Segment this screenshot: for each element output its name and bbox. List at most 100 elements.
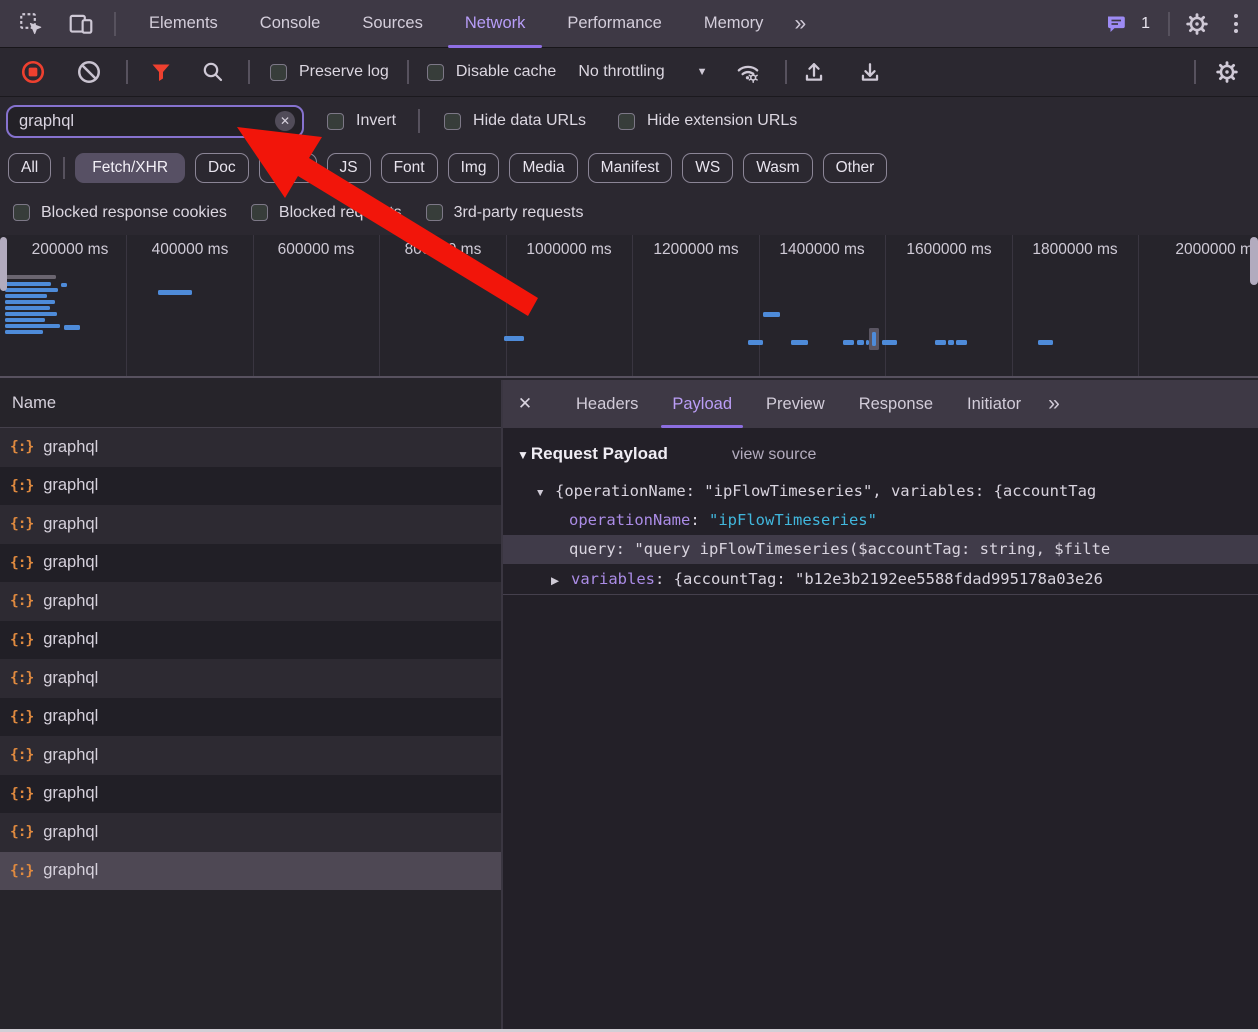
- tab-elements[interactable]: Elements: [128, 0, 239, 48]
- kebab-menu-icon[interactable]: [1228, 14, 1244, 33]
- divider: [1168, 12, 1170, 36]
- overview-bar: [1038, 340, 1053, 345]
- table-row[interactable]: {:}graphql: [0, 467, 501, 506]
- overview-bar: [5, 318, 45, 322]
- table-row-selected[interactable]: {:}graphql: [0, 852, 501, 891]
- tab-console[interactable]: Console: [239, 0, 342, 48]
- view-source-link[interactable]: view source: [732, 446, 816, 464]
- tab-memory[interactable]: Memory: [683, 0, 785, 48]
- divider: [63, 157, 65, 179]
- overview-scroll-handle-right[interactable]: [1250, 237, 1258, 285]
- overview-scroll-handle-left[interactable]: [0, 237, 7, 291]
- overview-bar: [791, 340, 808, 345]
- filter-input[interactable]: graphql ✕: [6, 105, 304, 138]
- tick-label: 1200000 ms: [653, 241, 738, 259]
- third-party-requests-label: 3rd-party requests: [454, 204, 584, 222]
- payload-variables-row[interactable]: ▶variables: {accountTag: "b12e3b2192ee55…: [503, 564, 1258, 595]
- more-tabs-icon[interactable]: »: [784, 12, 815, 36]
- search-button[interactable]: [196, 55, 230, 89]
- collapse-icon[interactable]: ▼: [535, 479, 555, 506]
- network-conditions-button[interactable]: [731, 55, 765, 89]
- chip-manifest[interactable]: Manifest: [588, 153, 673, 183]
- table-row[interactable]: {:}graphql: [0, 659, 501, 698]
- block-icon: [76, 59, 102, 85]
- filter-toggle-button[interactable]: [144, 55, 178, 89]
- collapse-icon[interactable]: ▼: [517, 448, 529, 462]
- name-column-header[interactable]: Name: [0, 380, 501, 428]
- overview-bar: [935, 340, 946, 345]
- fetch-braces-icon: {:}: [10, 478, 33, 494]
- json-value: "query ipFlowTimeseries($accountTag: str…: [634, 540, 1110, 558]
- table-row[interactable]: {:}graphql: [0, 428, 501, 467]
- chip-ws[interactable]: WS: [682, 153, 733, 183]
- close-icon[interactable]: ✕: [503, 380, 547, 428]
- filter-input-value: graphql: [19, 112, 74, 131]
- blocked-response-cookies-checkbox[interactable]: [13, 204, 30, 221]
- network-settings-gear-icon[interactable]: [1210, 55, 1244, 89]
- clear-filter-icon[interactable]: ✕: [275, 111, 295, 131]
- table-row[interactable]: {:}graphql: [0, 698, 501, 737]
- wifi-gear-icon: [735, 59, 761, 85]
- chip-fetch-xhr[interactable]: Fetch/XHR: [75, 153, 185, 183]
- tab-headers[interactable]: Headers: [559, 380, 655, 428]
- device-toolbar-icon[interactable]: [64, 7, 98, 41]
- third-party-requests-checkbox[interactable]: [426, 204, 443, 221]
- table-row[interactable]: {:}graphql: [0, 775, 501, 814]
- fetch-braces-icon: {:}: [10, 555, 33, 571]
- expand-icon[interactable]: ▶: [551, 566, 571, 595]
- fetch-braces-icon: {:}: [10, 670, 33, 686]
- table-row[interactable]: {:}graphql: [0, 621, 501, 660]
- export-har-button[interactable]: [853, 55, 887, 89]
- clear-network-log-button[interactable]: [72, 55, 106, 89]
- tab-payload[interactable]: Payload: [655, 380, 749, 428]
- tab-preview[interactable]: Preview: [749, 380, 842, 428]
- chip-other[interactable]: Other: [823, 153, 888, 183]
- gridline: [379, 235, 380, 376]
- hide-extension-urls-checkbox[interactable]: [618, 113, 635, 130]
- invert-checkbox[interactable]: [327, 113, 344, 130]
- chip-font[interactable]: Font: [381, 153, 438, 183]
- chevron-down-icon[interactable]: ▼: [697, 66, 708, 78]
- chip-all[interactable]: All: [8, 153, 51, 183]
- json-string-value: "ipFlowTimeseries": [709, 511, 877, 529]
- blocked-requests-checkbox[interactable]: [251, 204, 268, 221]
- table-row[interactable]: {:}graphql: [0, 736, 501, 775]
- payload-operation-row[interactable]: operationName: "ipFlowTimeseries": [503, 506, 1258, 535]
- chip-img[interactable]: Img: [448, 153, 500, 183]
- payload-preview-row[interactable]: ▼{operationName: "ipFlowTimeseries", var…: [503, 477, 1258, 506]
- preserve-log-checkbox[interactable]: [270, 64, 287, 81]
- preserve-log-label: Preserve log: [299, 63, 389, 81]
- resource-type-filters: All Fetch/XHR Doc CSS JS Font Img Media …: [0, 145, 1258, 190]
- table-row[interactable]: {:}graphql: [0, 505, 501, 544]
- inspect-element-icon[interactable]: [14, 7, 48, 41]
- tab-network[interactable]: Network: [444, 0, 547, 48]
- fetch-braces-icon: {:}: [10, 593, 33, 609]
- throttling-select[interactable]: No throttling: [578, 63, 664, 81]
- hide-data-urls-checkbox[interactable]: [444, 113, 461, 130]
- overview-bar: [948, 340, 954, 345]
- json-key: variables: [571, 570, 655, 588]
- disable-cache-checkbox[interactable]: [427, 64, 444, 81]
- table-row[interactable]: {:}graphql: [0, 582, 501, 621]
- tab-sources[interactable]: Sources: [341, 0, 444, 48]
- chip-css[interactable]: CSS: [259, 153, 317, 183]
- chip-wasm[interactable]: Wasm: [743, 153, 812, 183]
- tab-performance[interactable]: Performance: [546, 0, 682, 48]
- table-row[interactable]: {:}graphql: [0, 813, 501, 852]
- chip-media[interactable]: Media: [509, 153, 577, 183]
- tab-response[interactable]: Response: [842, 380, 950, 428]
- inspect-cursor-icon: [18, 11, 44, 37]
- payload-content: ▼ Request Payload view source ▼{operatio…: [503, 428, 1258, 1029]
- more-tabs-icon[interactable]: »: [1038, 392, 1069, 416]
- chip-js[interactable]: JS: [327, 153, 371, 183]
- record-network-log-button[interactable]: [16, 55, 50, 89]
- issues-message-icon[interactable]: [1100, 7, 1134, 41]
- payload-query-row-highlighted[interactable]: query: "query ipFlowTimeseries($accountT…: [503, 535, 1258, 564]
- network-overview-timeline[interactable]: 200000 ms 400000 ms 600000 ms 800000 ms …: [0, 235, 1258, 378]
- import-har-button[interactable]: [797, 55, 831, 89]
- settings-gear-icon[interactable]: [1180, 7, 1214, 41]
- gridline: [126, 235, 127, 376]
- chip-doc[interactable]: Doc: [195, 153, 249, 183]
- table-row[interactable]: {:}graphql: [0, 544, 501, 583]
- tab-initiator[interactable]: Initiator: [950, 380, 1038, 428]
